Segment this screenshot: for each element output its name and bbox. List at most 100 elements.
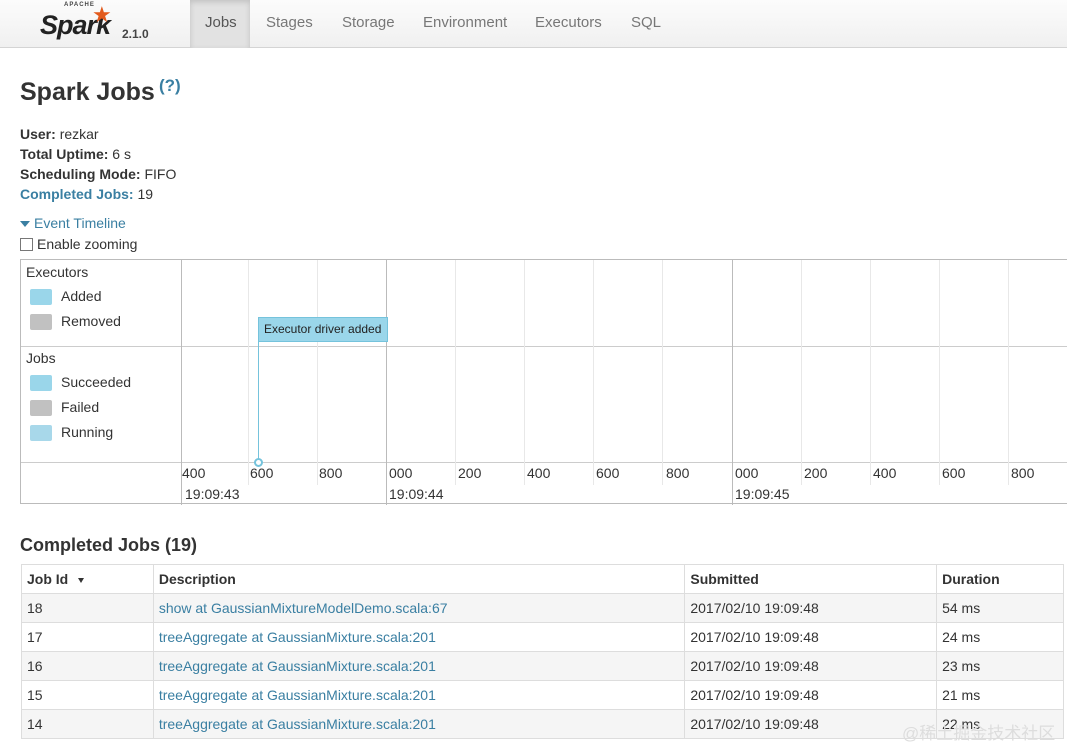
watermark: @稀土掘金技术社区 (902, 724, 1056, 743)
table-header-row: Job Id Description Submitted Duration (21, 564, 1064, 594)
uptime-label: Total Uptime: (20, 146, 109, 162)
tab-jobs[interactable]: Jobs (190, 0, 250, 48)
event-timeline-label: Event Timeline (34, 215, 126, 231)
completed-jobs-title: Completed Jobs (19) (20, 535, 198, 555)
completed-value: 19 (137, 186, 154, 202)
logo-apache-text: APACHE (64, 2, 95, 8)
uptime-info: Total Uptime: 6 s (20, 146, 131, 162)
spark-star-icon: ★ (92, 2, 112, 27)
axis-tick: 000 (389, 465, 413, 481)
navbar: APACHE Spark ★ 2.1.0 Jobs Stages Storage… (0, 0, 1067, 48)
zoom-checkbox[interactable] (20, 238, 33, 251)
submitted-cell: 2017/02/10 19:09:48 (684, 622, 938, 652)
duration-cell: 54 ms (936, 593, 1064, 623)
job-id-cell: 17 (21, 622, 154, 652)
timeline-axis-line (21, 462, 1067, 463)
scheduling-info: Scheduling Mode: FIFO (20, 166, 176, 182)
user-info: User: rezkar (20, 126, 99, 142)
axis-tick: 800 (319, 465, 343, 481)
legend-label: Removed (61, 313, 121, 329)
completed-jobs-table: Job Id Description Submitted Duration 18… (21, 564, 1064, 739)
zoom-label: Enable zooming (37, 236, 138, 252)
completed-info: Completed Jobs: 19 (20, 186, 153, 202)
col-label: Job Id (27, 571, 69, 587)
legend-swatch (30, 425, 52, 442)
user-value: rezkar (59, 126, 99, 142)
axis-tick: 400 (182, 465, 206, 481)
legend-swatch (30, 289, 52, 306)
job-description-link[interactable]: treeAggregate at GaussianMixture.scala:2… (159, 658, 436, 674)
legend-running: Running (30, 423, 114, 442)
completed-jobs-link[interactable]: Completed Jobs: (20, 186, 134, 202)
tab-stages[interactable]: Stages (251, 0, 328, 48)
axis-tick: 600 (596, 465, 620, 481)
caret-down-icon (20, 221, 30, 228)
version-label: 2.1.0 (122, 27, 149, 41)
spark-logo[interactable]: APACHE Spark ★ 2.1.0 (38, 2, 156, 46)
scheduling-label: Scheduling Mode: (20, 166, 141, 182)
axis-tick: 800 (1011, 465, 1035, 481)
job-id-cell: 15 (21, 680, 154, 710)
axis-tick: 000 (735, 465, 759, 481)
tab-storage[interactable]: Storage (327, 0, 410, 48)
tab-sql[interactable]: SQL (616, 0, 676, 48)
axis-time-label: 19:09:44 (389, 486, 444, 502)
axis-tick: 800 (666, 465, 690, 481)
job-id-cell: 18 (21, 593, 154, 623)
job-description-link[interactable]: treeAggregate at GaussianMixture.scala:2… (159, 687, 436, 703)
col-submitted[interactable]: Submitted (684, 564, 938, 594)
job-description-link[interactable]: treeAggregate at GaussianMixture.scala:2… (159, 629, 436, 645)
duration-cell: 21 ms (936, 680, 1064, 710)
duration-cell: 24 ms (936, 622, 1064, 652)
legend-label: Running (61, 424, 114, 440)
help-link[interactable]: (?) (159, 76, 181, 96)
executor-added-event[interactable]: Executor driver added (258, 317, 388, 342)
description-cell: treeAggregate at GaussianMixture.scala:2… (152, 709, 686, 739)
submitted-cell: 2017/02/10 19:09:48 (684, 593, 938, 623)
col-duration[interactable]: Duration (936, 564, 1064, 594)
legend-succeeded: Succeeded (30, 373, 132, 392)
description-cell: treeAggregate at GaussianMixture.scala:2… (152, 622, 686, 652)
col-job-id[interactable]: Job Id (21, 564, 154, 594)
user-label: User: (20, 126, 56, 142)
legend-label: Succeeded (61, 374, 132, 390)
submitted-cell: 2017/02/10 19:09:48 (684, 651, 938, 681)
table-row: 16 treeAggregate at GaussianMixture.scal… (21, 651, 1064, 681)
legend-swatch (30, 400, 52, 417)
axis-tick: 200 (804, 465, 828, 481)
axis-tick: 400 (527, 465, 551, 481)
job-id-cell: 14 (21, 709, 154, 739)
jobs-section-title: Jobs (26, 350, 56, 366)
timeline-divider (21, 346, 1067, 347)
legend-removed: Removed (30, 312, 121, 331)
table-row: 15 treeAggregate at GaussianMixture.scal… (21, 680, 1064, 710)
page-title: Spark Jobs (20, 78, 155, 106)
event-timeline[interactable]: Executors Added Removed Jobs Succeeded F… (20, 259, 1067, 505)
scheduling-value: FIFO (144, 166, 177, 182)
axis-time-label: 19:09:45 (735, 486, 790, 502)
legend-failed: Failed (30, 398, 100, 417)
event-timeline-toggle[interactable]: Event Timeline (20, 215, 126, 231)
description-cell: treeAggregate at GaussianMixture.scala:2… (152, 680, 686, 710)
legend-swatch (30, 314, 52, 331)
tab-environment[interactable]: Environment (408, 0, 522, 48)
description-cell: treeAggregate at GaussianMixture.scala:2… (152, 651, 686, 681)
axis-tick: 400 (873, 465, 897, 481)
job-description-link[interactable]: show at GaussianMixtureModelDemo.scala:6… (159, 600, 448, 616)
axis-tick: 200 (458, 465, 482, 481)
axis-tick: 600 (250, 465, 274, 481)
uptime-value: 6 s (112, 146, 131, 162)
enable-zooming[interactable]: Enable zooming (20, 236, 137, 252)
job-description-link[interactable]: treeAggregate at GaussianMixture.scala:2… (159, 716, 436, 732)
legend-label: Added (61, 288, 102, 304)
table-row: 17 treeAggregate at GaussianMixture.scal… (21, 622, 1064, 652)
submitted-cell: 2017/02/10 19:09:48 (684, 709, 938, 739)
legend-label: Failed (61, 399, 100, 415)
legend-added: Added (30, 287, 102, 306)
event-marker-line (258, 342, 259, 462)
tab-executors[interactable]: Executors (520, 0, 617, 48)
description-cell: show at GaussianMixtureModelDemo.scala:6… (152, 593, 686, 623)
executors-section-title: Executors (26, 264, 89, 280)
duration-cell: 23 ms (936, 651, 1064, 681)
col-description[interactable]: Description (152, 564, 686, 594)
